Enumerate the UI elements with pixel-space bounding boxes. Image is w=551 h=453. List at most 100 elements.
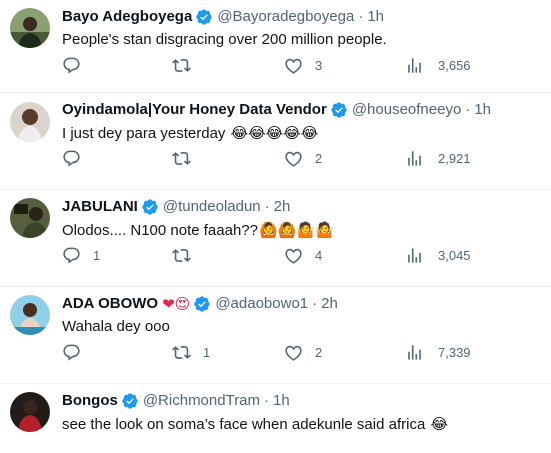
timestamp[interactable]: 1h <box>367 7 384 27</box>
tweet[interactable]: JABULANI @tundeoladun · 2h Olodos.... N1… <box>0 190 551 287</box>
tweet-emoji: 😂😂😂😂😂 <box>230 124 319 142</box>
like-count: 3 <box>315 58 323 73</box>
reply-icon <box>63 150 80 167</box>
tweet-actions: 1 4 3,045 <box>52 246 551 276</box>
tweet-header: Bongos @RichmondTram · 1h <box>62 391 545 411</box>
view-count: 7,339 <box>438 345 471 360</box>
separator-dot: · <box>312 295 318 312</box>
user-handle[interactable]: @tundeoladun <box>163 197 261 217</box>
retweet-icon <box>172 249 191 262</box>
user-handle[interactable]: @adaobowo1 <box>215 294 308 314</box>
tweet-text-body: People's stan disgracing over 200 millio… <box>62 31 387 48</box>
separator-dot: · <box>264 392 270 409</box>
verified-badge-icon <box>331 102 347 118</box>
views-icon <box>408 58 421 73</box>
name-emoji: ❤😍 <box>162 295 191 313</box>
avatar[interactable] <box>10 102 50 142</box>
avatar[interactable] <box>10 295 50 335</box>
tweet-text: I just dey para yesterday 😂😂😂😂😂 <box>62 123 318 144</box>
reply-icon <box>63 344 80 361</box>
views-button[interactable]: 3,045 <box>405 246 471 265</box>
views-icon <box>408 248 421 263</box>
tweet-header: Bayo Adegboyega @Bayoradegboyega · 1h <box>62 7 545 27</box>
reply-button[interactable]: 1 <box>62 246 100 265</box>
reply-icon <box>63 57 80 74</box>
like-icon <box>285 345 302 361</box>
tweet-text: People's stan disgracing over 200 millio… <box>62 30 387 50</box>
display-name[interactable]: ADA OBOWO <box>62 294 158 314</box>
reply-button[interactable] <box>62 149 93 168</box>
retweet-button[interactable] <box>172 56 203 75</box>
reply-button[interactable] <box>62 56 93 75</box>
tweet-actions: 2 2,921 <box>52 149 551 179</box>
avatar[interactable] <box>10 392 50 432</box>
like-button[interactable]: 2 <box>284 343 322 362</box>
user-handle[interactable]: @RichmondTram <box>143 391 260 411</box>
display-name[interactable]: Oyindamola|Your Honey Data Vendor <box>62 100 327 120</box>
tweet-header: Oyindamola|Your Honey Data Vendor @house… <box>62 100 545 120</box>
views-button[interactable]: 7,339 <box>405 343 471 362</box>
verified-badge-icon <box>196 9 212 25</box>
avatar[interactable] <box>10 198 50 238</box>
user-handle[interactable]: @houseofneeyo <box>352 100 461 120</box>
display-name[interactable]: Bayo Adegboyega <box>62 7 192 27</box>
verified-badge-icon <box>194 296 211 312</box>
view-count: 3,045 <box>438 248 471 263</box>
separator-dot: · <box>358 8 364 25</box>
views-icon <box>408 345 421 360</box>
view-count: 3,656 <box>438 58 471 73</box>
verified-badge-icon <box>122 393 138 409</box>
avatar[interactable] <box>10 8 50 48</box>
tweet-text-body: Wahala dey ooo <box>62 318 170 335</box>
reply-icon <box>63 247 80 264</box>
reply-count: 1 <box>93 248 101 263</box>
reply-button[interactable] <box>62 343 93 362</box>
tweet-emoji: 🙆🙆🤷🤷 <box>258 221 334 239</box>
tweet-text: Wahala dey ooo <box>62 317 170 337</box>
tweet[interactable]: Oyindamola|Your Honey Data Vendor @house… <box>0 93 551 190</box>
separator-dot: · <box>264 198 270 215</box>
timestamp[interactable]: 1h <box>273 391 290 411</box>
tweet-emoji: 😂 <box>430 415 448 433</box>
tweet-actions: 1 2 7,339 <box>52 343 551 373</box>
tweet-actions: 3 3,656 <box>52 56 551 86</box>
like-button[interactable]: 2 <box>284 149 322 168</box>
display-name[interactable]: JABULANI <box>62 197 138 217</box>
timestamp[interactable]: 2h <box>274 197 291 217</box>
view-count: 2,921 <box>438 151 471 166</box>
like-icon <box>285 151 302 167</box>
display-name[interactable]: Bongos <box>62 391 118 411</box>
tweet-header: JABULANI @tundeoladun · 2h <box>62 197 545 217</box>
tweet[interactable]: Bongos @RichmondTram · 1h see the look o… <box>0 384 551 453</box>
tweet-text: Olodos.... N100 note faaah??🙆🙆🤷🤷 <box>62 220 334 241</box>
retweet-count: 1 <box>203 345 211 360</box>
like-count: 4 <box>315 248 323 263</box>
views-icon <box>408 151 421 166</box>
tweet[interactable]: ADA OBOWO ❤😍 @adaobowo1 · 2h Wahala dey … <box>0 287 551 384</box>
retweet-button[interactable]: 1 <box>172 343 210 362</box>
like-button[interactable]: 4 <box>284 246 322 265</box>
timestamp[interactable]: 1h <box>474 100 491 120</box>
retweet-button[interactable] <box>172 246 203 265</box>
user-handle[interactable]: @Bayoradegboyega <box>217 7 354 27</box>
retweet-icon <box>172 346 191 359</box>
tweet[interactable]: Bayo Adegboyega @Bayoradegboyega · 1h Pe… <box>0 0 551 93</box>
separator-dot: · <box>465 101 471 118</box>
like-button[interactable]: 3 <box>284 56 322 75</box>
timestamp[interactable]: 2h <box>321 294 338 314</box>
retweet-icon <box>172 152 191 165</box>
tweet-header: ADA OBOWO ❤😍 @adaobowo1 · 2h <box>62 294 545 314</box>
tweet-text: see the look on soma’s face when adekunl… <box>62 414 448 435</box>
views-button[interactable]: 3,656 <box>405 56 471 75</box>
views-button[interactable]: 2,921 <box>405 149 471 168</box>
tweet-text-body: see the look on soma’s face when adekunl… <box>62 416 426 433</box>
like-icon <box>285 248 302 264</box>
like-count: 2 <box>315 151 323 166</box>
like-icon <box>285 58 302 74</box>
retweet-icon <box>172 59 191 72</box>
tweet-feed: Bayo Adegboyega @Bayoradegboyega · 1h Pe… <box>0 0 551 453</box>
tweet-text-body: I just dey para yesterday <box>62 125 226 142</box>
verified-badge-icon <box>142 199 158 215</box>
retweet-button[interactable] <box>172 149 203 168</box>
tweet-text-body: Olodos.... N100 note faaah?? <box>62 222 258 239</box>
